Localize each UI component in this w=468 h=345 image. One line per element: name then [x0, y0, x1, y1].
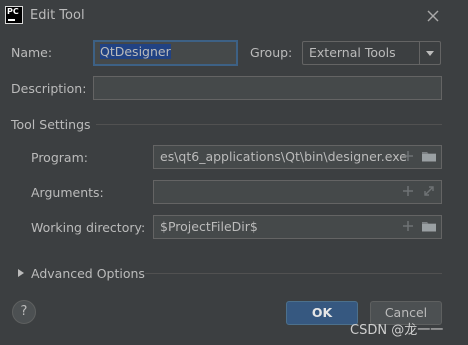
description-input[interactable]	[93, 76, 442, 100]
insert-macro-icon[interactable]	[401, 218, 415, 234]
group-label: Group:	[250, 45, 293, 60]
name-input[interactable]: QtDesigner	[93, 40, 238, 66]
help-button[interactable]: ?	[12, 300, 36, 324]
group-select-value: External Tools	[309, 45, 396, 60]
dialog-title: Edit Tool	[30, 8, 85, 23]
folder-icon[interactable]	[421, 148, 437, 164]
chevron-down-icon[interactable]	[419, 42, 440, 64]
watermark-text: CSDN @龙一一	[350, 323, 444, 338]
name-label: Name:	[11, 45, 53, 60]
insert-macro-icon[interactable]	[401, 183, 415, 199]
group-select[interactable]: External Tools	[302, 41, 441, 65]
working-directory-input-value: $ProjectFileDir$	[160, 219, 258, 234]
insert-macro-icon[interactable]	[401, 148, 415, 164]
arguments-input[interactable]	[153, 180, 442, 204]
program-input[interactable]: es\qt6_applications\Qt\bin\designer.exe	[153, 145, 442, 169]
tool-settings-title: Tool Settings	[11, 117, 91, 132]
ok-button[interactable]: OK	[286, 301, 358, 325]
working-directory-label: Working directory:	[31, 220, 146, 235]
close-icon[interactable]	[425, 8, 441, 24]
expand-arrow-icon[interactable]	[16, 267, 26, 277]
edit-tool-dialog: PC Edit Tool Name: QtDesigner Group: Ext…	[0, 0, 468, 345]
title-bar: PC Edit Tool	[0, 0, 468, 32]
expand-icon[interactable]	[421, 183, 437, 199]
section-divider	[96, 124, 442, 125]
pycharm-icon: PC	[5, 6, 23, 24]
folder-icon[interactable]	[421, 218, 437, 234]
arguments-label: Arguments:	[31, 185, 104, 200]
advanced-divider	[145, 273, 442, 274]
program-label: Program:	[31, 150, 88, 165]
advanced-options-toggle[interactable]: Advanced Options	[31, 266, 145, 281]
name-input-value: QtDesigner	[100, 44, 171, 59]
description-label: Description:	[11, 81, 87, 96]
program-input-value: es\qt6_applications\Qt\bin\designer.exe	[160, 149, 407, 164]
working-directory-input[interactable]: $ProjectFileDir$	[153, 215, 442, 239]
